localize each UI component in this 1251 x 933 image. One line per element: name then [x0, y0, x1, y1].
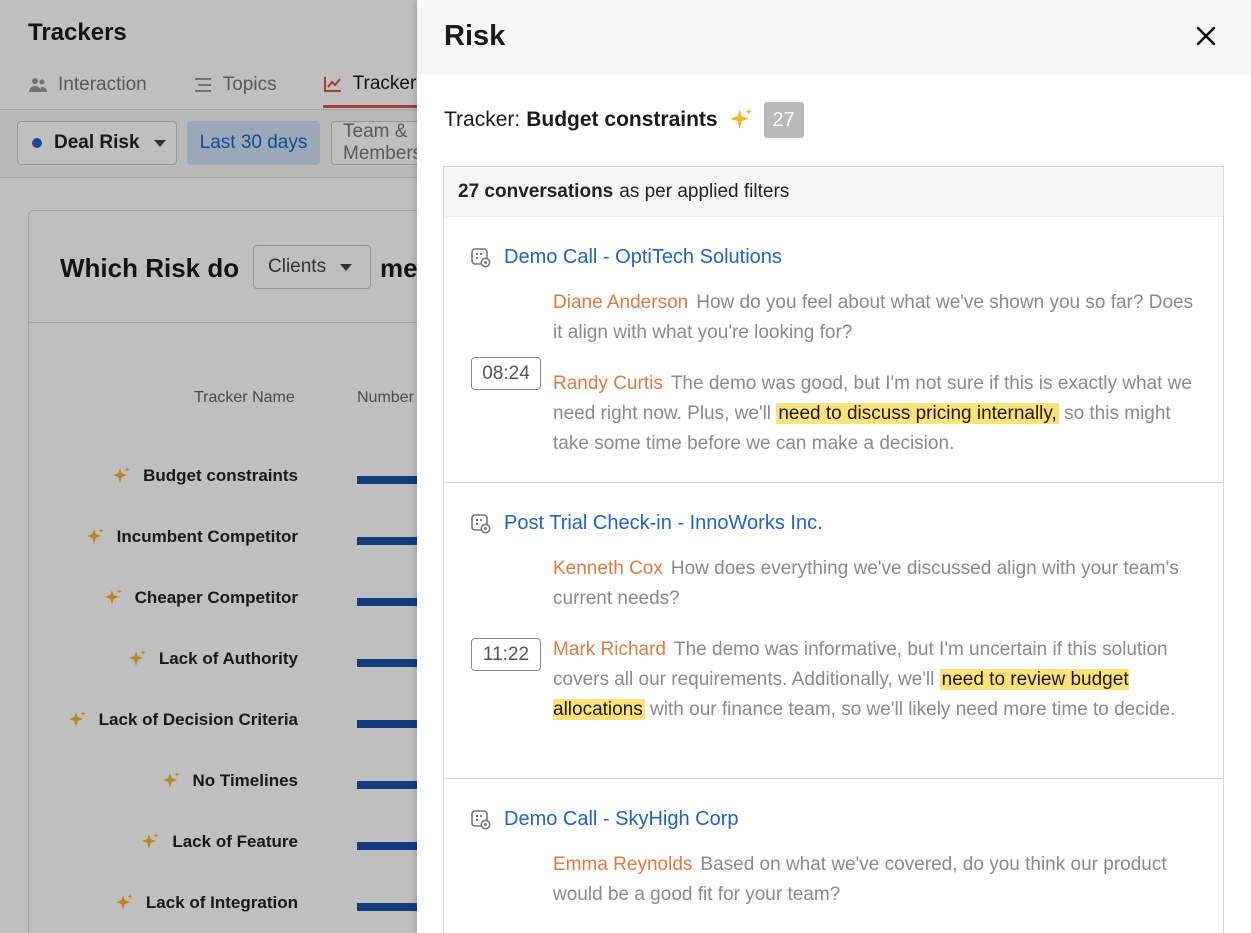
conversation-item: Demo Call - OptiTech Solutions Diane And…	[444, 217, 1223, 483]
drawer-title: Risk	[444, 20, 506, 52]
conversation-title-link[interactable]: Post Trial Check-in - InnoWorks Inc.	[504, 512, 823, 535]
conversation-title-link[interactable]: Demo Call - SkyHigh Corp	[504, 808, 739, 831]
conversation-item: Demo Call - SkyHigh Corp Emma Reynolds Ba…	[444, 779, 1223, 933]
tracker-value: Budget constraints	[526, 108, 718, 131]
conversation-title-link[interactable]: Demo Call - OptiTech Solutions	[504, 246, 782, 269]
utterance: Kenneth Cox How does everything we've dis…	[553, 554, 1203, 614]
speaker-name: Diane Anderson	[553, 292, 689, 313]
conversation-title-row: Demo Call - OptiTech Solutions	[470, 246, 782, 269]
call-recording-icon	[470, 809, 492, 831]
speaker-name: Kenneth Cox	[553, 558, 663, 579]
sparkle-icon	[728, 107, 754, 133]
summary-count: 27 conversations	[458, 180, 614, 202]
conversation-item: Post Trial Check-in - InnoWorks Inc. Ken…	[444, 483, 1223, 779]
tracker-info: Tracker: Budget constraints 27	[444, 102, 804, 138]
utterance: Randy Curtis The demo was good, but I'm n…	[553, 369, 1203, 459]
speaker-name: Randy Curtis	[553, 373, 663, 394]
utterance-text: with our finance team, so we'll likely n…	[650, 699, 1176, 720]
timestamp-button[interactable]: 11:22	[471, 638, 541, 671]
utterance: Emma Reynolds Based on what we've covered…	[553, 850, 1203, 910]
call-recording-icon	[470, 247, 492, 269]
drawer-header: Risk	[417, 0, 1251, 74]
timestamp-button[interactable]: 08:24	[471, 357, 541, 390]
count-badge: 27	[763, 102, 804, 138]
utterance: Mark Richard The demo was informative, bu…	[553, 635, 1203, 725]
highlighted-phrase: need to discuss pricing internally,	[776, 403, 1059, 424]
conversation-summary: 27 conversations as per applied filters	[444, 167, 1223, 217]
summary-text: as per applied filters	[619, 180, 790, 202]
conversation-title-row: Demo Call - SkyHigh Corp	[470, 808, 739, 831]
speaker-name: Emma Reynolds	[553, 854, 693, 875]
conversation-title-row: Post Trial Check-in - InnoWorks Inc.	[470, 512, 823, 535]
risk-drawer: Risk Tracker: Budget constraints 27 27 c…	[417, 0, 1251, 933]
utterance: Diane Anderson How do you feel about what…	[553, 288, 1203, 348]
speaker-name: Mark Richard	[553, 639, 666, 660]
close-button[interactable]	[1192, 22, 1220, 50]
conversation-list: 27 conversations as per applied filters …	[443, 166, 1224, 933]
call-recording-icon	[470, 513, 492, 535]
tracker-label: Tracker:	[444, 108, 521, 131]
close-icon	[1195, 25, 1217, 47]
